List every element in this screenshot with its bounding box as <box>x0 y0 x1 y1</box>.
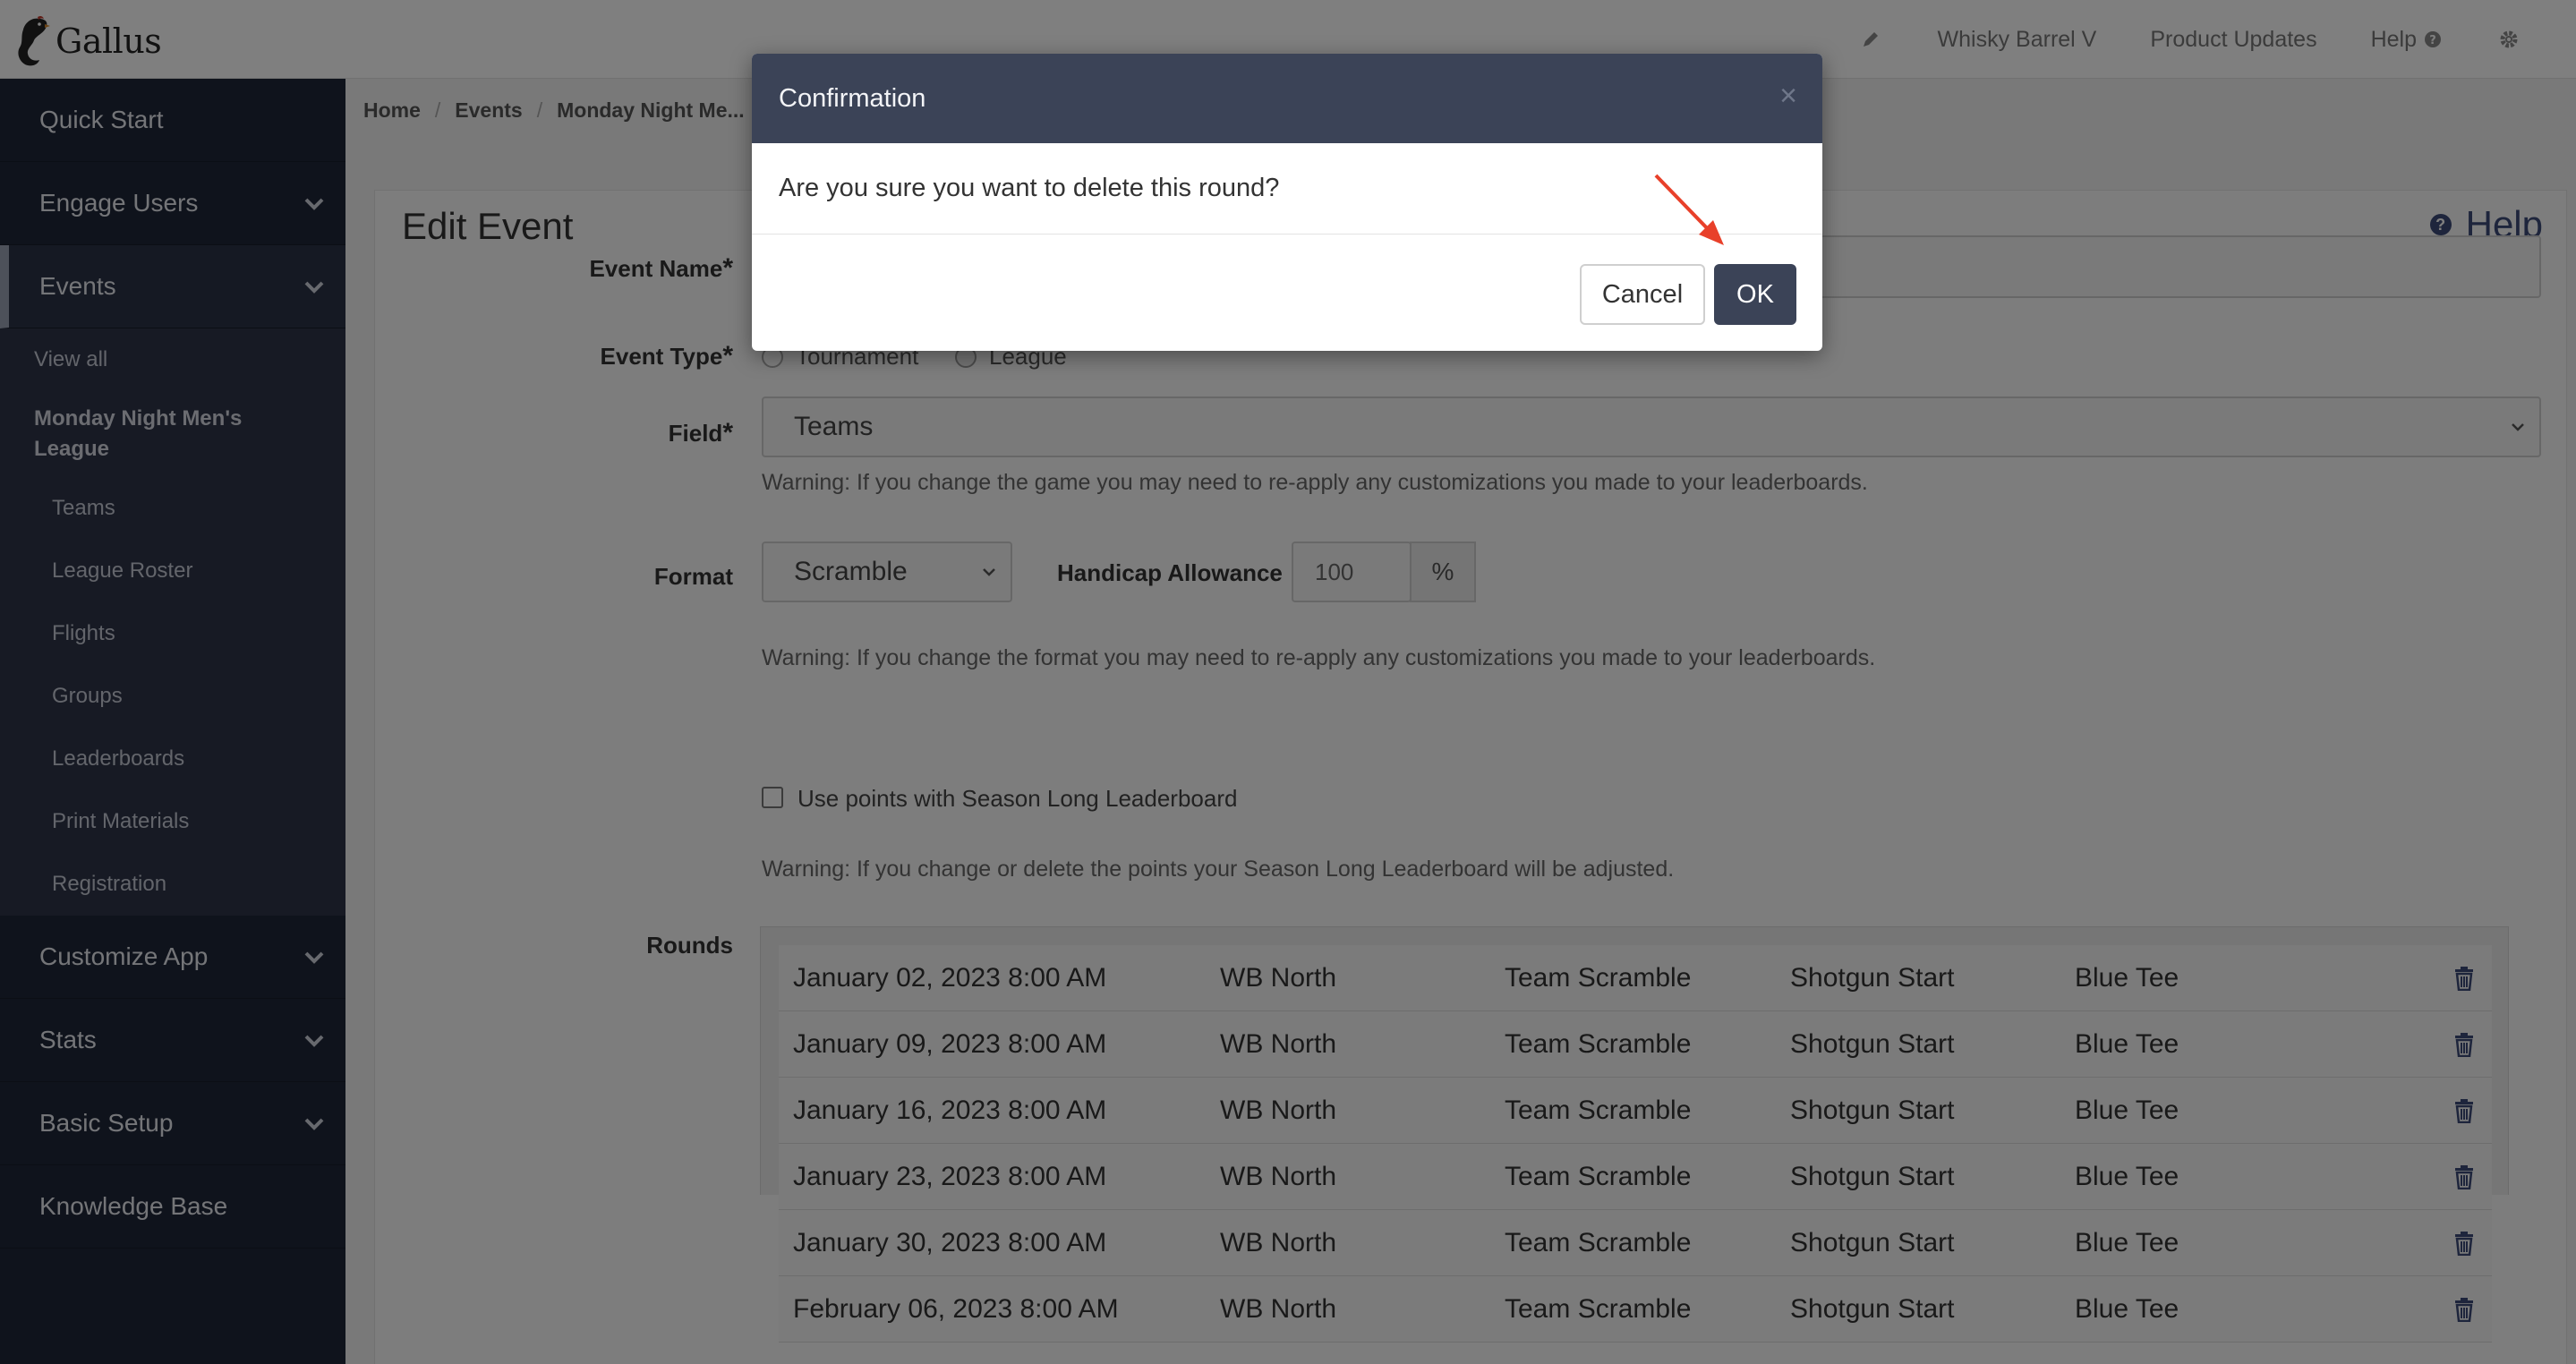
dialog-body: Are you sure you want to delete this rou… <box>752 143 1822 234</box>
close-icon[interactable]: × <box>1779 81 1797 111</box>
dialog-message: Are you sure you want to delete this rou… <box>779 174 1280 202</box>
cancel-button[interactable]: Cancel <box>1580 264 1705 325</box>
dialog-footer: Cancel OK <box>752 234 1822 351</box>
dialog-title: Confirmation <box>779 83 926 113</box>
dialog-header: Confirmation × <box>752 54 1822 143</box>
ok-button[interactable]: OK <box>1714 264 1796 325</box>
confirmation-dialog: Confirmation × Are you sure you want to … <box>752 54 1822 351</box>
